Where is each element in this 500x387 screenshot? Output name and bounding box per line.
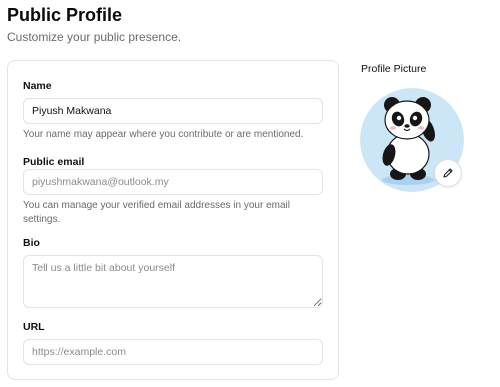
public-email-help-text: You can manage your verified email addre… bbox=[23, 200, 290, 225]
page-title: Public Profile bbox=[7, 5, 123, 25]
name-help-text: Your name may appear where you contribut… bbox=[23, 129, 304, 140]
public-email-label: Public email bbox=[23, 156, 85, 168]
name-label: Name bbox=[23, 80, 52, 92]
pencil-icon bbox=[443, 168, 453, 178]
url-input[interactable] bbox=[23, 339, 323, 365]
public-email-input[interactable] bbox=[23, 169, 323, 195]
edit-avatar-button[interactable] bbox=[434, 159, 462, 187]
profile-picture bbox=[360, 88, 466, 192]
profile-picture-label: Profile Picture bbox=[361, 63, 427, 75]
bio-label: Bio bbox=[23, 237, 40, 249]
profile-form-card: Name Your name may appear where you cont… bbox=[7, 60, 339, 380]
url-label: URL bbox=[23, 321, 45, 333]
page-subtitle: Customize your public presence. bbox=[7, 30, 182, 44]
bio-textarea[interactable] bbox=[23, 255, 323, 308]
name-input[interactable] bbox=[23, 98, 323, 124]
